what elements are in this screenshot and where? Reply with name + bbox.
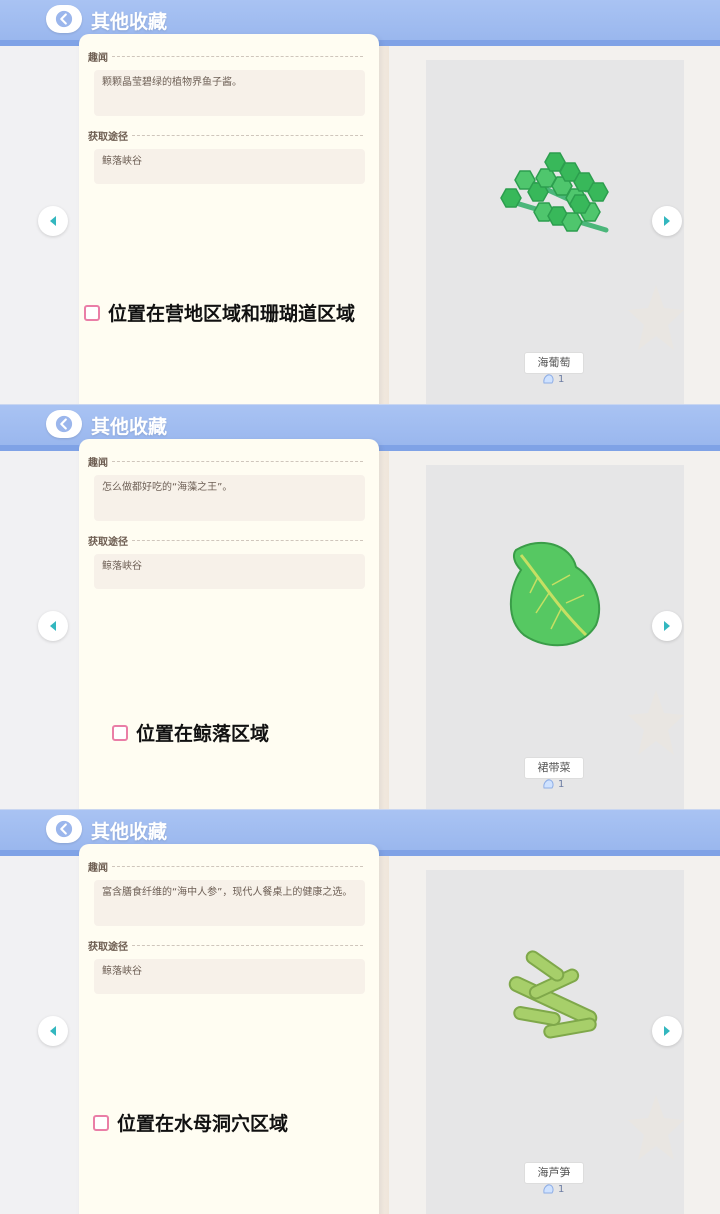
count-value: 1 (558, 778, 565, 790)
item-image (486, 930, 626, 1074)
next-page-button[interactable] (652, 1016, 682, 1046)
item-name-tag: 裙带菜 (524, 757, 584, 779)
trivia-box: 颗颗晶莹碧绿的植物界鱼子酱。 (94, 70, 365, 116)
left-arrow-icon (50, 216, 56, 226)
source-text: 鲸落峡谷 (102, 156, 142, 167)
back-button[interactable] (46, 5, 82, 33)
source-label: 获取途径 (88, 128, 363, 143)
trivia-label-text: 趣闻 (88, 53, 108, 64)
collection-screen: 其他收藏 趣闻 怎么做都好吃的“海藻之王”。 获取途径 鲸落峡谷 位置在鲸落区域 (0, 404, 720, 809)
item-image (486, 120, 626, 264)
shell-icon (543, 779, 554, 789)
note-checkbox[interactable] (84, 304, 100, 321)
source-label: 获取途径 (88, 533, 363, 548)
next-page-button[interactable] (652, 206, 682, 236)
source-box: 鲸落峡谷 (94, 959, 365, 994)
trivia-box: 怎么做都好吃的“海藻之王”。 (94, 475, 365, 521)
dotted-divider (132, 540, 363, 541)
back-button[interactable] (46, 410, 82, 438)
trivia-box: 富含膳食纤维的“海中人参”，现代人餐桌上的健康之选。 (94, 880, 365, 926)
collection-screen: 其他收藏 趣闻 富含膳食纤维的“海中人参”，现代人餐桌上的健康之选。 获取途径 … (0, 809, 720, 1214)
trivia-text: 富含膳食纤维的“海中人参”，现代人餐桌上的健康之选。 (102, 887, 353, 898)
left-arrow-icon (50, 621, 56, 631)
source-text: 鲸落峡谷 (102, 966, 142, 977)
shell-icon (543, 374, 554, 384)
note-text: 位置在水母洞穴区域 (117, 1113, 289, 1135)
prev-page-button[interactable] (38, 206, 68, 236)
item-image (486, 525, 626, 669)
location-note: 位置在鲸落区域 (108, 717, 276, 748)
dotted-divider (112, 56, 363, 57)
source-label-text: 获取途径 (88, 132, 128, 143)
dotted-divider (112, 461, 363, 462)
left-page: 趣闻 富含膳食纤维的“海中人参”，现代人餐桌上的健康之选。 获取途径 鲸落峡谷 (79, 844, 379, 1214)
trivia-text: 怎么做都好吃的“海藻之王”。 (102, 482, 233, 493)
note-checkbox[interactable] (93, 1114, 109, 1131)
page-title: 其他收藏 (91, 416, 168, 438)
source-box: 鲸落峡谷 (94, 149, 365, 184)
left-arrow-icon (50, 1026, 56, 1036)
source-label-text: 获取途径 (88, 537, 128, 548)
page-title: 其他收藏 (91, 821, 168, 843)
item-count: 1 (542, 1183, 564, 1195)
next-page-button[interactable] (652, 611, 682, 641)
star-decoration-icon (628, 690, 684, 755)
screenshot-stack: 其他收藏 趣闻 颗颗晶莹碧绿的植物界鱼子酱。 获取途径 鲸落峡谷 位置在营地区域… (0, 0, 720, 1214)
left-page: 趣闻 颗颗晶莹碧绿的植物界鱼子酱。 获取途径 鲸落峡谷 (79, 34, 379, 404)
trivia-label: 趣闻 (88, 49, 363, 64)
prev-page-button[interactable] (38, 611, 68, 641)
trivia-label-text: 趣闻 (88, 863, 108, 874)
source-label: 获取途径 (88, 938, 363, 953)
left-page: 趣闻 怎么做都好吃的“海藻之王”。 获取途径 鲸落峡谷 (79, 439, 379, 809)
note-text: 位置在鲸落区域 (136, 723, 270, 745)
location-note: 位置在水母洞穴区域 (89, 1107, 295, 1138)
note-checkbox[interactable] (112, 724, 128, 741)
trivia-label: 趣闻 (88, 859, 363, 874)
sea-asparagus-icon (508, 950, 598, 1039)
item-name-tag: 海葡萄 (524, 352, 584, 374)
source-text: 鲸落峡谷 (102, 561, 142, 572)
page-title: 其他收藏 (91, 11, 168, 33)
count-value: 1 (558, 373, 565, 385)
back-arrow-icon (55, 415, 73, 433)
note-text: 位置在营地区域和珊瑚道区域 (108, 303, 356, 325)
wakame-icon (509, 541, 601, 647)
count-value: 1 (558, 1183, 565, 1195)
dotted-divider (132, 135, 363, 136)
source-label-text: 获取途径 (88, 942, 128, 953)
back-arrow-icon (55, 820, 73, 838)
star-decoration-icon (628, 285, 684, 350)
item-count: 1 (542, 373, 564, 385)
collection-screen: 其他收藏 趣闻 颗颗晶莹碧绿的植物界鱼子酱。 获取途径 鲸落峡谷 位置在营地区域… (0, 0, 720, 404)
back-arrow-icon (55, 10, 73, 28)
source-box: 鲸落峡谷 (94, 554, 365, 589)
right-arrow-icon (664, 216, 670, 226)
item-name-tag: 海芦笋 (524, 1162, 584, 1184)
prev-page-button[interactable] (38, 1016, 68, 1046)
right-arrow-icon (664, 1026, 670, 1036)
trivia-label: 趣闻 (88, 454, 363, 469)
location-note: 位置在营地区域和珊瑚道区域 (80, 297, 362, 328)
dotted-divider (112, 866, 363, 867)
trivia-text: 颗颗晶莹碧绿的植物界鱼子酱。 (102, 77, 242, 88)
item-count: 1 (542, 778, 564, 790)
dotted-divider (132, 945, 363, 946)
shell-icon (543, 1184, 554, 1194)
back-button[interactable] (46, 815, 82, 843)
sea-grape-icon (500, 152, 609, 233)
star-decoration-icon (628, 1095, 684, 1160)
trivia-label-text: 趣闻 (88, 458, 108, 469)
right-arrow-icon (664, 621, 670, 631)
